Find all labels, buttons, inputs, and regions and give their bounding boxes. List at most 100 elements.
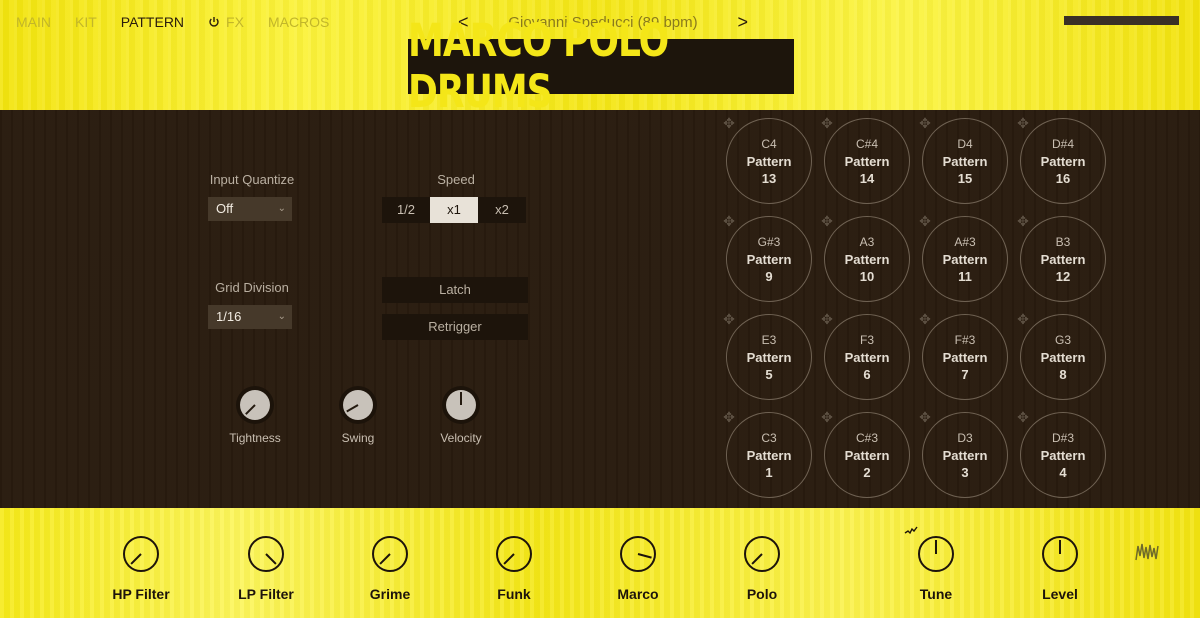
pattern-pad[interactable]: C#4 Pattern 14 bbox=[824, 118, 910, 204]
pattern-pad[interactable]: D4 Pattern 15 bbox=[922, 118, 1008, 204]
knob-needle bbox=[503, 553, 515, 565]
move-handle-icon[interactable]: ✥ bbox=[918, 410, 932, 424]
pad-number: 6 bbox=[863, 366, 871, 382]
pad-label: Pattern bbox=[942, 349, 988, 365]
pad-number: 11 bbox=[958, 268, 972, 284]
move-handle-icon[interactable]: ✥ bbox=[820, 312, 834, 326]
chevron-down-icon: ⌄ bbox=[277, 203, 286, 214]
input-quantize-select[interactable]: Off ⌄ bbox=[208, 197, 292, 221]
pattern-pad[interactable]: D#4 Pattern 16 bbox=[1020, 118, 1106, 204]
tightness-knob[interactable] bbox=[236, 386, 274, 424]
swing-knob[interactable] bbox=[339, 386, 377, 424]
pattern-pad[interactable]: G#3 Pattern 9 bbox=[726, 216, 812, 302]
pattern-pad[interactable]: D#3 Pattern 4 bbox=[1020, 412, 1106, 498]
brand-logo-icon bbox=[1135, 543, 1159, 561]
pattern-pad[interactable]: C3 Pattern 1 bbox=[726, 412, 812, 498]
pattern-pad[interactable]: A3 Pattern 10 bbox=[824, 216, 910, 302]
move-handle-icon[interactable]: ✥ bbox=[918, 312, 932, 326]
pad-note: C3 bbox=[761, 430, 777, 445]
level-meter bbox=[1064, 16, 1179, 25]
pad-note: C#3 bbox=[855, 430, 878, 445]
pad-number: 16 bbox=[1055, 170, 1071, 186]
tab-kit-label: KIT bbox=[75, 14, 97, 30]
macro-knob[interactable] bbox=[372, 536, 408, 572]
pad-number: 12 bbox=[1055, 268, 1071, 284]
tab-pattern-label: PATTERN bbox=[120, 14, 185, 30]
retrigger-button[interactable]: Retrigger bbox=[382, 314, 528, 340]
pad-number: 9 bbox=[765, 268, 773, 284]
move-handle-icon[interactable]: ✥ bbox=[1016, 214, 1030, 228]
knob-needle bbox=[379, 553, 391, 565]
grid-division-select[interactable]: 1/16 ⌄ bbox=[208, 305, 292, 329]
move-handle-icon[interactable]: ✥ bbox=[722, 410, 736, 424]
pattern-pad[interactable]: G3 Pattern 8 bbox=[1020, 314, 1106, 400]
pad-number: 7 bbox=[961, 366, 969, 382]
pad-note: F3 bbox=[859, 332, 874, 347]
pad-label: Pattern bbox=[746, 153, 792, 169]
move-handle-icon[interactable]: ✥ bbox=[918, 214, 932, 228]
pattern-pad[interactable]: F#3 Pattern 7 bbox=[922, 314, 1008, 400]
pad-note: A3 bbox=[859, 234, 875, 249]
macro-knob[interactable] bbox=[496, 536, 532, 572]
pad-note: D#3 bbox=[1051, 430, 1074, 445]
macro-knob[interactable] bbox=[744, 536, 780, 572]
tab-main[interactable]: MAIN bbox=[16, 14, 51, 30]
swing-label: Swing bbox=[341, 431, 375, 445]
power-icon[interactable] bbox=[208, 16, 220, 28]
tab-macros[interactable]: MACROS bbox=[268, 14, 329, 30]
move-handle-icon[interactable]: ✥ bbox=[820, 214, 834, 228]
velocity-knob[interactable] bbox=[442, 386, 480, 424]
knob-needle bbox=[935, 540, 937, 554]
logo-text: MARCO POLO DRUMS bbox=[408, 15, 669, 118]
pad-label: Pattern bbox=[1040, 349, 1086, 365]
chevron-down-icon: ⌄ bbox=[277, 311, 286, 322]
input-quantize-value: Off bbox=[216, 201, 234, 216]
speed-option-x1[interactable]: x1 bbox=[430, 197, 478, 223]
pad-label: Pattern bbox=[746, 447, 792, 463]
pad-label: Pattern bbox=[746, 251, 792, 267]
pad-note: D4 bbox=[957, 136, 973, 151]
macro-knob-label: LP Filter bbox=[238, 586, 294, 602]
knob-needle bbox=[130, 553, 142, 565]
pad-number: 5 bbox=[765, 366, 773, 382]
move-handle-icon[interactable]: ✥ bbox=[820, 116, 834, 130]
tab-fx-label: FX bbox=[226, 14, 244, 30]
knob-needle bbox=[751, 553, 763, 565]
speed-selector: 1/2 x1 x2 bbox=[382, 197, 526, 223]
logo: MARCO POLO DRUMS bbox=[408, 15, 794, 118]
pattern-pad[interactable]: F3 Pattern 6 bbox=[824, 314, 910, 400]
macro-knob[interactable] bbox=[620, 536, 656, 572]
pad-label: Pattern bbox=[942, 447, 988, 463]
pad-number: 8 bbox=[1059, 366, 1067, 382]
pad-number: 13 bbox=[761, 170, 777, 186]
move-handle-icon[interactable]: ✥ bbox=[820, 410, 834, 424]
move-handle-icon[interactable]: ✥ bbox=[722, 312, 736, 326]
latch-button[interactable]: Latch bbox=[382, 277, 528, 303]
tab-main-label: MAIN bbox=[16, 14, 51, 30]
pattern-pad[interactable]: A#3 Pattern 11 bbox=[922, 216, 1008, 302]
macro-knob[interactable] bbox=[123, 536, 159, 572]
macro-knob[interactable] bbox=[248, 536, 284, 572]
move-handle-icon[interactable]: ✥ bbox=[1016, 312, 1030, 326]
move-handle-icon[interactable]: ✥ bbox=[1016, 116, 1030, 130]
tab-fx[interactable]: FX bbox=[208, 14, 244, 30]
move-handle-icon[interactable]: ✥ bbox=[918, 116, 932, 130]
pattern-pad[interactable]: C#3 Pattern 2 bbox=[824, 412, 910, 498]
grid-division-label: Grid Division bbox=[215, 280, 289, 295]
knob-needle bbox=[265, 553, 277, 565]
pad-note: D3 bbox=[957, 430, 973, 445]
pad-label: Pattern bbox=[1040, 251, 1086, 267]
move-handle-icon[interactable]: ✥ bbox=[1016, 410, 1030, 424]
pattern-pad[interactable]: E3 Pattern 5 bbox=[726, 314, 812, 400]
pattern-pad[interactable]: B3 Pattern 12 bbox=[1020, 216, 1106, 302]
tab-kit[interactable]: KIT bbox=[75, 14, 97, 30]
speed-option-half[interactable]: 1/2 bbox=[382, 197, 430, 223]
tab-pattern[interactable]: PATTERN bbox=[121, 14, 184, 30]
pattern-pad[interactable]: C4 Pattern 13 bbox=[726, 118, 812, 204]
speed-option-x2[interactable]: x2 bbox=[478, 197, 526, 223]
macro-knob[interactable] bbox=[918, 536, 954, 572]
pattern-pad[interactable]: D3 Pattern 3 bbox=[922, 412, 1008, 498]
move-handle-icon[interactable]: ✥ bbox=[722, 214, 736, 228]
macro-knob[interactable] bbox=[1042, 536, 1078, 572]
pad-number: 4 bbox=[1059, 464, 1067, 480]
